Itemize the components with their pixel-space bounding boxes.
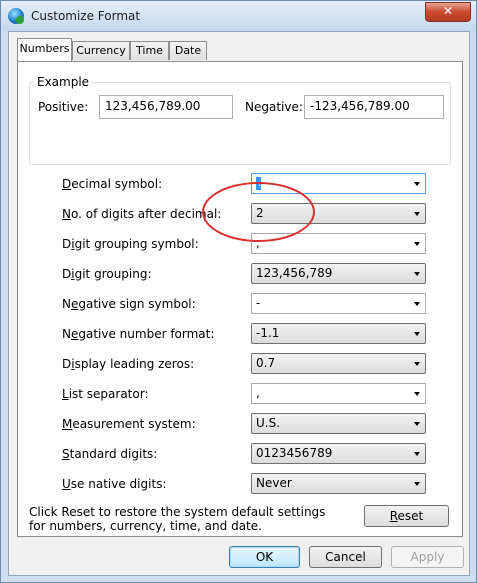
measurement-system-dropdown[interactable]: U.S. bbox=[251, 413, 426, 434]
measurement-system-label: Measurement system: bbox=[62, 417, 196, 431]
reset-button[interactable]: Reset bbox=[364, 505, 449, 527]
list-separator-combo[interactable]: , bbox=[251, 383, 426, 404]
display-leading-zeros-label: Display leading zeros: bbox=[62, 357, 195, 371]
chevron-down-icon[interactable] bbox=[414, 422, 420, 426]
standard-digits-label: Standard digits: bbox=[62, 447, 158, 461]
chevron-down-icon[interactable] bbox=[414, 452, 420, 456]
digit-grouping-dropdown[interactable]: 123,456,789 bbox=[251, 263, 426, 284]
combo-value: - bbox=[256, 296, 261, 310]
standard-digits-dropdown[interactable]: 0123456789 bbox=[251, 443, 426, 464]
dropdown-value: 0123456789 bbox=[256, 446, 333, 460]
digit-grouping-symbol-label: Digit grouping symbol: bbox=[62, 237, 199, 251]
combo-value: , bbox=[256, 386, 260, 400]
negative-number-format-dropdown[interactable]: -1.1 bbox=[251, 323, 426, 344]
digits-after-decimal-label: No. of digits after decimal: bbox=[62, 207, 222, 221]
chevron-down-icon[interactable] bbox=[414, 392, 420, 396]
positive-label: Positive: bbox=[38, 100, 89, 114]
decimal-symbol-label: Decimal symbol: bbox=[62, 177, 163, 191]
tab-currency[interactable]: Currency bbox=[72, 41, 130, 60]
globe-icon bbox=[8, 8, 24, 24]
negative-number-format-label: Negative number format: bbox=[62, 327, 215, 341]
use-native-digits-dropdown[interactable]: Never bbox=[251, 473, 426, 494]
tab-date[interactable]: Date bbox=[169, 41, 207, 60]
negative-example-field: -123,456,789.00 bbox=[304, 95, 444, 119]
dropdown-value: 123,456,789 bbox=[256, 266, 333, 280]
dropdown-value: U.S. bbox=[256, 416, 281, 430]
display-leading-zeros-dropdown[interactable]: 0.7 bbox=[251, 353, 426, 374]
digit-grouping-label: Digit grouping: bbox=[62, 267, 152, 281]
dropdown-value: -1.1 bbox=[256, 326, 280, 340]
example-group-label: Example bbox=[34, 75, 93, 89]
chevron-down-icon[interactable] bbox=[414, 212, 420, 216]
tab-numbers[interactable]: Numbers bbox=[17, 38, 72, 61]
title-bar[interactable]: Customize Format ✕ bbox=[1, 1, 476, 31]
ok-button[interactable]: OK bbox=[229, 546, 300, 568]
dialog-client-area: Numbers Currency Time Date Example Posit… bbox=[8, 31, 470, 576]
chevron-down-icon[interactable] bbox=[414, 272, 420, 276]
close-button[interactable]: ✕ bbox=[425, 2, 471, 22]
reset-info-text: Click Reset to restore the system defaul… bbox=[29, 505, 326, 533]
cancel-button[interactable]: Cancel bbox=[309, 546, 382, 568]
apply-button[interactable]: Apply bbox=[391, 546, 464, 568]
dropdown-value: 0.7 bbox=[256, 356, 276, 370]
negative-sign-symbol-combo[interactable]: - bbox=[251, 293, 426, 314]
negative-sign-symbol-label: Negative sign symbol: bbox=[62, 297, 196, 311]
red-annotation-circle bbox=[202, 182, 315, 242]
dropdown-value: Never bbox=[256, 476, 292, 490]
numbers-tab-panel: Example Positive: 123,456,789.00 Negativ… bbox=[17, 61, 463, 537]
chevron-down-icon[interactable] bbox=[414, 242, 420, 246]
use-native-digits-label: Use native digits: bbox=[62, 477, 167, 491]
tab-time[interactable]: Time bbox=[130, 41, 169, 60]
chevron-down-icon[interactable] bbox=[414, 482, 420, 486]
chevron-down-icon[interactable] bbox=[414, 362, 420, 366]
chevron-down-icon[interactable] bbox=[414, 332, 420, 336]
list-separator-label: List separator: bbox=[62, 387, 149, 401]
window-title: Customize Format bbox=[31, 9, 141, 23]
chevron-down-icon[interactable] bbox=[414, 302, 420, 306]
negative-label: Negative: bbox=[245, 100, 303, 114]
customize-format-dialog: Customize Format ✕ Numbers Currency Time… bbox=[0, 0, 477, 583]
chevron-down-icon[interactable] bbox=[414, 182, 420, 186]
positive-example-field: 123,456,789.00 bbox=[99, 95, 233, 119]
